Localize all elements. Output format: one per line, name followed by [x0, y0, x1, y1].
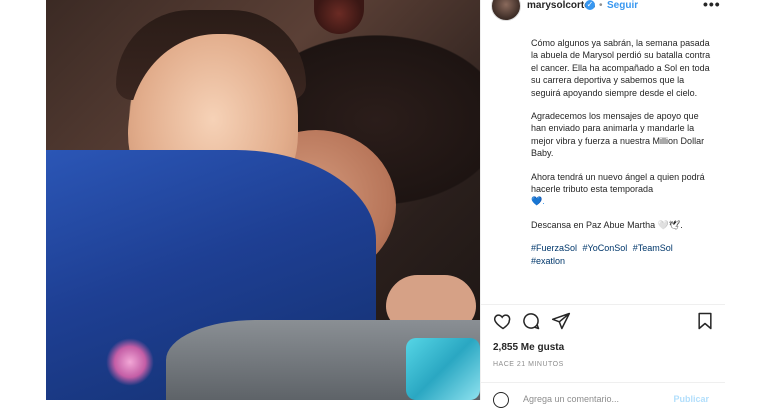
photo-blanket	[406, 338, 480, 400]
follow-button[interactable]: Seguir	[607, 0, 638, 11]
avatar[interactable]	[491, 0, 521, 21]
photo-flower-pattern	[106, 338, 154, 386]
publish-button[interactable]: Publicar	[673, 394, 709, 404]
more-options-button[interactable]: •••	[703, 0, 721, 12]
caption-paragraph-3-text: Ahora tendrá un nuevo ángel a quien podr…	[531, 171, 705, 195]
post-photo[interactable]	[46, 0, 480, 400]
hashtag-link[interactable]: #YoConSol	[583, 243, 628, 253]
emoji-icon[interactable]	[493, 392, 509, 408]
comment-input[interactable]: Agrega un comentario...	[523, 394, 619, 404]
hashtag-link[interactable]: #exatlon	[531, 256, 565, 266]
divider	[481, 304, 725, 305]
post-timestamp: HACE 21 MINUTOS	[493, 361, 564, 368]
hashtags: #FuerzaSol #YoConSol #TeamSol #exatlon	[531, 242, 711, 267]
comment-icon[interactable]	[521, 311, 541, 331]
caption-paragraph-3: Ahora tendrá un nuevo ángel a quien podr…	[531, 171, 711, 208]
caption-paragraph-4: Descansa en Paz Abue Martha 🤍🕊.	[531, 219, 683, 230]
post-side-panel: marysolcortes ✓ • Seguir ••• Cómo alguno…	[480, 0, 725, 408]
post-header: marysolcortes ✓ • Seguir •••	[481, 0, 725, 21]
caption-paragraph-2: Agradecemos los mensajes de apoyo que ha…	[531, 111, 705, 159]
divider	[481, 382, 725, 383]
bookmark-icon[interactable]	[695, 311, 715, 331]
hashtag-link[interactable]: #TeamSol	[633, 243, 673, 253]
verified-badge-icon: ✓	[585, 0, 595, 10]
header-separator: •	[599, 0, 603, 11]
caption-paragraph-1: Cómo algunos ya sabrán, la semana pasada…	[531, 38, 711, 98]
comment-bar: Agrega un comentario... Publicar	[493, 392, 717, 408]
likes-count[interactable]: 2,855 Me gusta	[493, 342, 564, 353]
photo-lamp	[314, 0, 364, 34]
share-icon[interactable]	[551, 311, 571, 331]
blue-heart-emoji: 💙.	[531, 196, 545, 207]
post-caption: Cómo algunos ya sabrán, la semana pasada…	[531, 37, 711, 278]
hashtag-link[interactable]: #FuerzaSol	[531, 243, 577, 253]
post-actions-bar	[493, 311, 713, 331]
heart-icon[interactable]	[493, 311, 513, 331]
